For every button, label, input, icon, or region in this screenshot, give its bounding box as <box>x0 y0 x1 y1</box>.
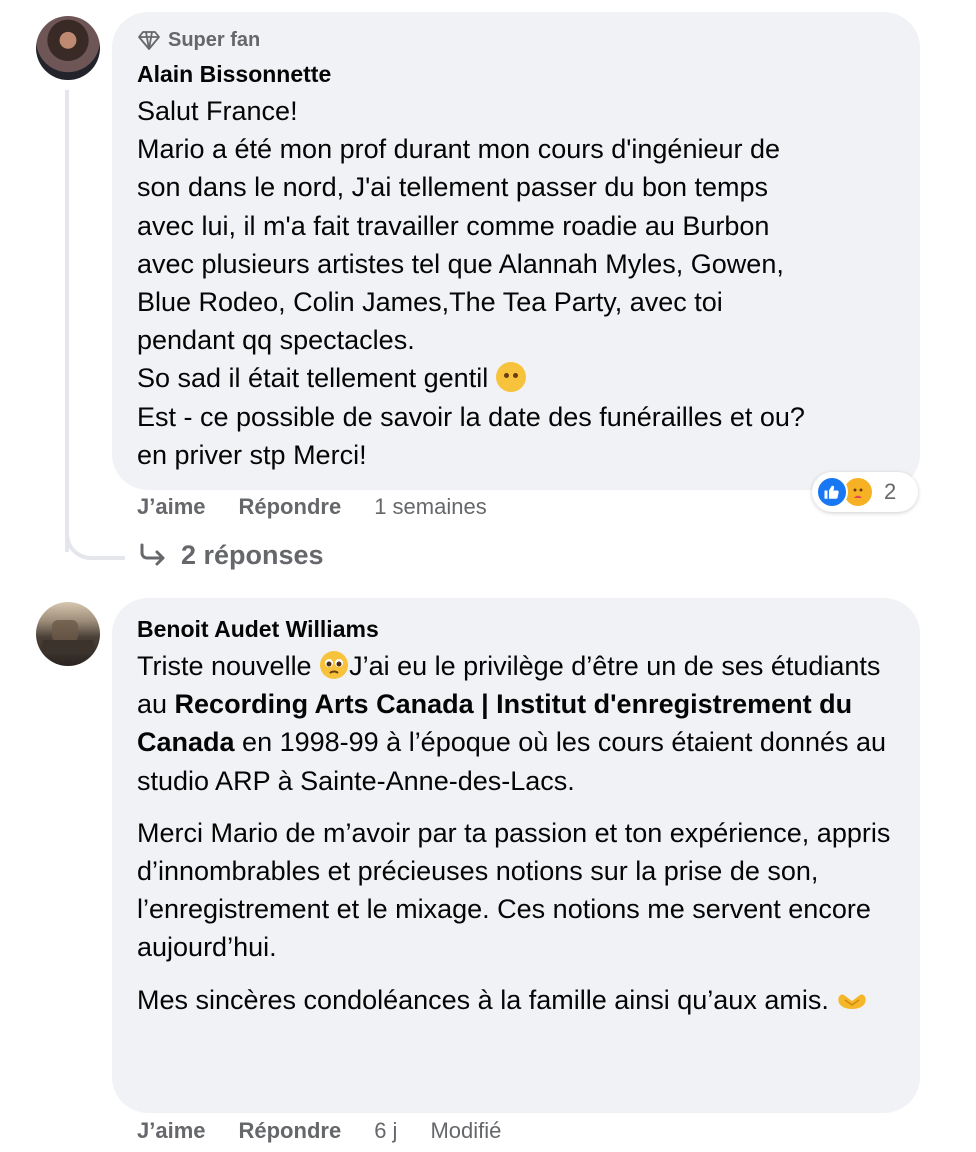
comment-text-span: Triste nouvelle <box>137 651 320 681</box>
comment-actions: J’aime Répondre 1 semaines <box>137 494 487 520</box>
comment-line: pendant qq spectacles. <box>137 325 415 356</box>
comment-paragraph: Merci Mario de m’avoir par ta passion et… <box>137 817 891 963</box>
reply-button[interactable]: Répondre <box>239 1118 342 1144</box>
diamond-icon <box>138 31 160 50</box>
comment-text: Triste nouvelle J’ai eu le privilège d’ê… <box>137 647 917 1033</box>
replies-label: 2 réponses <box>181 540 324 570</box>
badge-label: Super fan <box>168 28 261 51</box>
timestamp[interactable]: 6 j <box>374 1118 397 1144</box>
comment-author[interactable]: Alain Bissonnette <box>137 61 331 88</box>
thread-connector <box>65 522 125 560</box>
comment-paragraph: Mes sincères condoléances à la famille a… <box>137 981 917 1019</box>
reply-button[interactable]: Répondre <box>239 494 342 520</box>
relieved-face-icon <box>495 362 526 393</box>
thread-line <box>65 90 69 552</box>
comment-line: en priver stp Merci! <box>137 439 367 470</box>
comment-text: Salut France! Mario a été mon prof duran… <box>137 92 917 474</box>
reaction-count: 2 <box>884 479 897 504</box>
comment-line: avec plusieurs artistes tel que Alannah … <box>137 248 784 279</box>
like-icon <box>816 476 848 508</box>
avatar[interactable] <box>36 602 100 666</box>
comment-line: Est - ce possible de savoir la date des … <box>137 401 805 432</box>
edited-label[interactable]: Modifié <box>430 1118 501 1144</box>
like-button[interactable]: J’aime <box>137 1118 206 1144</box>
heart-hands-icon <box>838 994 866 1009</box>
comment-line: Blue Rodeo, Colin James,The Tea Party, a… <box>137 287 723 318</box>
comment-line: avec lui, il m'a fait travailler comme r… <box>137 210 770 241</box>
comment-text-span: en 1998-99 à l’époque où les cours étaie… <box>137 727 887 796</box>
timestamp[interactable]: 1 semaines <box>374 494 487 520</box>
super-fan-badge[interactable]: Super fan <box>137 28 260 52</box>
comment-line: So sad il était tellement gentil <box>137 359 917 397</box>
comment-author[interactable]: Benoit Audet Williams <box>137 616 379 643</box>
comment-line: Mario a été mon prof durant mon cours d'… <box>137 134 781 165</box>
like-button[interactable]: J’aime <box>137 494 206 520</box>
comment-actions: J’aime Répondre 6 j Modifié <box>137 1118 501 1144</box>
comment-line: Salut France! <box>137 96 298 126</box>
comment-line: son dans le nord, J'ai tellement passer … <box>137 172 769 203</box>
avatar[interactable] <box>36 16 100 80</box>
comment-text-span: Mes sincères condoléances à la famille a… <box>137 984 837 1015</box>
comment-paragraph: Triste nouvelle J’ai eu le privilège d’ê… <box>137 647 917 800</box>
reactions-summary[interactable]: 2 <box>812 472 918 512</box>
view-replies-button[interactable]: 2 réponses <box>137 540 324 571</box>
pleading-face-icon <box>320 651 349 679</box>
comment-line-text: So sad il était tellement gentil <box>137 363 489 394</box>
reply-arrow-icon <box>140 543 165 565</box>
